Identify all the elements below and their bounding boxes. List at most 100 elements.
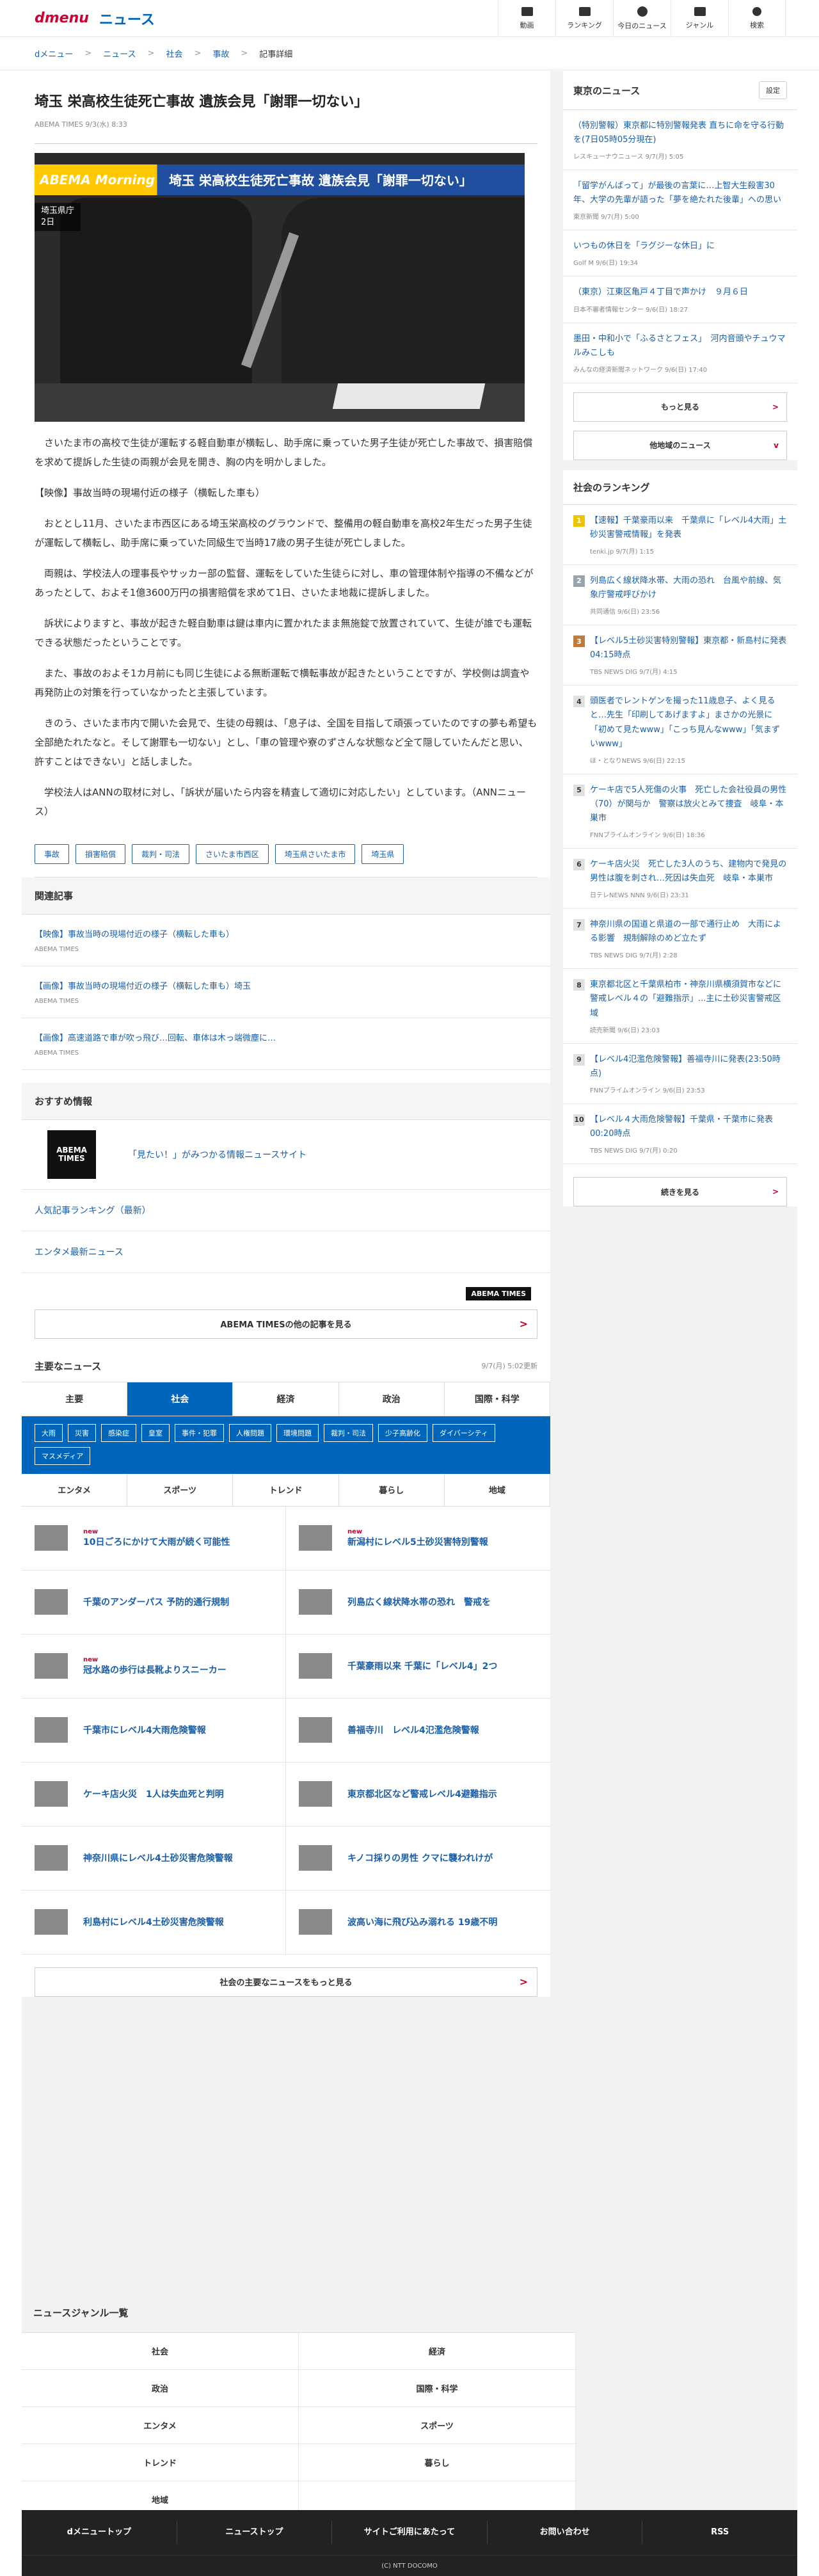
local-news-item[interactable]: 墨田・中和小で「ふるさとフェス」 河内音頭やチュウマルみこしも みんなの経済新聞ネ… [563,323,797,383]
tab-entame[interactable]: エンタメ [22,1473,128,1506]
footer-link-news[interactable]: ニューストップ [177,2521,333,2544]
crumb-news[interactable]: ニュース [103,47,136,60]
nav-ranking[interactable]: ランキング [555,0,613,37]
news-grid-item[interactable]: 千葉のアンダーパス 予防的通行規制 [22,1570,286,1635]
topic-chip[interactable]: ダイバーシティ [433,1423,495,1442]
local-more-button[interactable]: もっと見る > [573,392,787,422]
nav-genre[interactable]: ジャンル [671,0,728,37]
ranking-box: 社会のランキング 1 【速報】千葉豪雨以来 千葉県に「レベル4大雨」土砂災害警戒情… [563,470,797,1206]
local-news-item[interactable]: いつもの休日を「ラグジーな休日」に Golf M 9/6(日) 19:34 [563,230,797,277]
topic-chip[interactable]: マスメディア [35,1446,91,1465]
dmenu-logo[interactable]: dmenu [35,10,89,26]
news-grid-item[interactable]: 千葉豪雨以来 千葉に「レベル4」2つ [286,1635,550,1699]
genre-item[interactable]: エンタメ [22,2407,299,2444]
tab-society[interactable]: 社会 [127,1382,234,1416]
news-grid-item[interactable]: new 冠水路の歩行は長靴よりスニーカー [22,1634,286,1699]
article-paragraph: また、事故のおよそ1カ月前にも同じ生徒による無断運転で横転事故が起きたということ… [35,667,530,698]
nav-today[interactable]: 今日のニュース [613,0,671,37]
ranking-item[interactable]: 8 東京都北区と千葉県柏市・神奈川県横須賀市などに警戒レベル４の「避難指示」...… [563,969,797,1044]
local-news-item[interactable]: （特別警報）東京都に特別警報発表 直ちに命を守る行動を(7日05時05分現在) レ… [563,110,797,171]
nav-video[interactable]: 動画 [498,0,555,37]
ranking-item[interactable]: 9 【レベル4氾濫危険警報】善福寺川に発表(23:50時点) FNNプライムオンライ… [563,1044,797,1104]
footer-link-terms[interactable]: サイトご利用にあたって [332,2521,488,2544]
ranking-item[interactable]: 5 ケーキ店で5人死傷の火事 死亡した会社役員の男性（70）が関与か 警察は放火と… [563,774,797,849]
news-grid-item[interactable]: キノコ採りの男性 クマに襲われけが [286,1827,550,1891]
related-item[interactable]: 【映像】事故当時の現場付近の様子（横転した車も） ABEMA TIMES [22,915,550,966]
ranking-item[interactable]: 3 【レベル5土砂災害特別警報】東京都・新島村に発表 04:15時点 TBS NEW… [563,625,797,686]
tag[interactable]: 損害賠償 [76,844,126,864]
news-grid-item[interactable]: ケーキ店火災 1人は失血死と判明 [22,1762,286,1827]
tab-economy[interactable]: 経済 [233,1382,339,1416]
topic-chip[interactable]: 環境問題 [276,1423,319,1442]
recommend-site[interactable]: ABEMA TIMES 「見たい！」がみつかる情報ニュースサイト [22,1120,550,1190]
genre-item[interactable]: 暮らし [299,2444,576,2481]
ranking-item[interactable]: 10 【レベル４大雨危険警報】千葉県・千葉市に発表 00:20時点 TBS NEWS… [563,1104,797,1164]
nav-search[interactable]: 検索 [728,0,786,37]
news-grid-item[interactable]: 東京都北区など警戒レベル4避難指示 [286,1763,550,1827]
news-grid-item[interactable]: 千葉市にレベル4大雨危険警報 [22,1698,286,1763]
topic-chip[interactable]: 感染症 [101,1423,136,1442]
genre-item[interactable]: 社会 [22,2333,299,2370]
genre-item[interactable]: スポーツ [299,2407,576,2444]
genre-item[interactable]: トレンド [22,2444,299,2481]
crumb-society[interactable]: 社会 [166,47,182,60]
news-grid-item[interactable]: new 新潟村にレベル5土砂災害特別警報 [286,1507,550,1571]
footer-link-contact[interactable]: お問い合わせ [488,2521,643,2544]
topic-chip[interactable]: 大雨 [35,1423,63,1442]
crumb-accident[interactable]: 事故 [212,47,229,60]
ranking-link[interactable]: 人気記事ランキング（最新） [22,1190,550,1231]
local-news-item[interactable]: 「留学がんばって」が最後の言葉に…上智大生殺害30年、大学の先輩が語った「夢を絶… [563,170,797,231]
tag[interactable]: さいたま市西区 [196,844,269,864]
tab-international[interactable]: 国際・科学 [445,1382,551,1416]
news-grid-item[interactable]: 波高い海に飛び込み溺れる 19歳不明 [286,1891,550,1955]
genre-item[interactable]: 政治 [22,2370,299,2407]
article-link[interactable]: 【映像】事故当時の現場付近の様子（横転した車も） [35,483,537,502]
ranking-item[interactable]: 1 【速報】千葉豪雨以来 千葉県に「レベル4大雨」土砂災害警戒情報」を発表 tenk… [563,505,797,565]
genre-item[interactable]: 経済 [299,2333,576,2370]
ranking-title: ケーキ店火災 死亡した3人のうち、建物内で発見の男性は腹を刺され…死因は失血死 … [590,859,787,884]
news-grid-item[interactable]: 善福寺川 レベル4氾濫危険警報 [286,1699,550,1763]
brand[interactable]: dmenu ニュース [35,8,155,29]
news-logo[interactable]: ニュース [99,8,155,29]
topic-chip[interactable]: 災害 [68,1423,96,1442]
tag[interactable]: 裁判・司法 [132,844,190,864]
topic-chip[interactable]: 事件・犯罪 [175,1423,224,1442]
news-grid-item[interactable]: 列島広く線状降水帯の恐れ 警戒を [286,1571,550,1635]
tab-life[interactable]: 暮らし [339,1473,445,1506]
ranking-item[interactable]: 7 神奈川県の国道と県道の一部で通行止め 大雨による影響 規制解除のめど立たず TB… [563,909,797,970]
tab-main[interactable]: 主要 [22,1382,128,1416]
genre-item[interactable]: 国際・科学 [299,2370,576,2407]
tag[interactable]: 埼玉県 [362,844,404,864]
related-item[interactable]: 【画像】事故当時の現場付近の様子（横転した車も）埼玉 ABEMA TIMES [22,966,550,1018]
entame-link[interactable]: エンタメ最新ニュース [22,1231,550,1273]
crumb-dmenu[interactable]: dメニュー [35,47,73,60]
footer-link-dmenu[interactable]: dメニュートップ [22,2521,177,2544]
news-grid-item[interactable]: new 10日ごろにかけて大雨が続く可能性 [22,1506,286,1571]
tab-sports[interactable]: スポーツ [127,1473,234,1506]
ranking-item[interactable]: 6 ケーキ店火災 死亡した3人のうち、建物内で発見の男性は腹を刺され…死因は失血死… [563,849,797,909]
local-news-item[interactable]: （東京）江東区亀戸４丁目で声かけ ９月６日 日本不審者情報センター 9/6(日) … [563,276,797,323]
tab-politics[interactable]: 政治 [339,1382,445,1416]
other-region-button[interactable]: 他地域のニュース v [573,430,787,460]
ranking-more-button[interactable]: 続きを見る > [573,1177,787,1206]
tab-region[interactable]: 地域 [445,1473,551,1506]
related-item[interactable]: 【画像】高速道路で車が吹っ飛び…回転、車体は木っ端微塵に… ABEMA TIMES [22,1018,550,1070]
topic-chip[interactable]: 人権問題 [229,1423,271,1442]
ranking-item[interactable]: 4 頭医者でレントゲンを撮った11歳息子、よく見ると…先生「印刷してあげますよ」ま… [563,685,797,774]
topic-chip[interactable]: 少子高齢化 [378,1423,427,1442]
news-title: 列島広く線状降水帯の恐れ 警戒を [347,1596,491,1608]
recommend-heading: おすすめ情報 [22,1082,550,1120]
news-grid-item[interactable]: 神奈川県にレベル4土砂災害危険警報 [22,1826,286,1891]
ranking-item[interactable]: 2 列島広く線状降水帯、大雨の恐れ 台風や前線、気象庁警戒呼びかけ 共同通信 9/6… [563,565,797,626]
news-grid-item[interactable]: 利島村にレベル4土砂災害危険警報 [22,1890,286,1955]
tag[interactable]: 埼玉県さいたま市 [274,844,356,864]
tag[interactable]: 事故 [35,844,70,864]
tab-trend[interactable]: トレンド [233,1473,339,1506]
settings-button[interactable]: 設定 [759,81,787,99]
footer-link-rss[interactable]: RSS [642,2521,797,2544]
topic-chip[interactable]: 皇室 [141,1423,170,1442]
abema-more-button[interactable]: ABEMA TIMESの他の記事を見る > [35,1309,537,1339]
society-more-button[interactable]: 社会の主要なニュースをもっと見る > [35,1967,537,1997]
topic-chip[interactable]: 裁判・司法 [324,1423,373,1442]
ranking-body: 【速報】千葉豪雨以来 千葉県に「レベル4大雨」土砂災害警戒情報」を発表 tenki… [590,514,787,556]
